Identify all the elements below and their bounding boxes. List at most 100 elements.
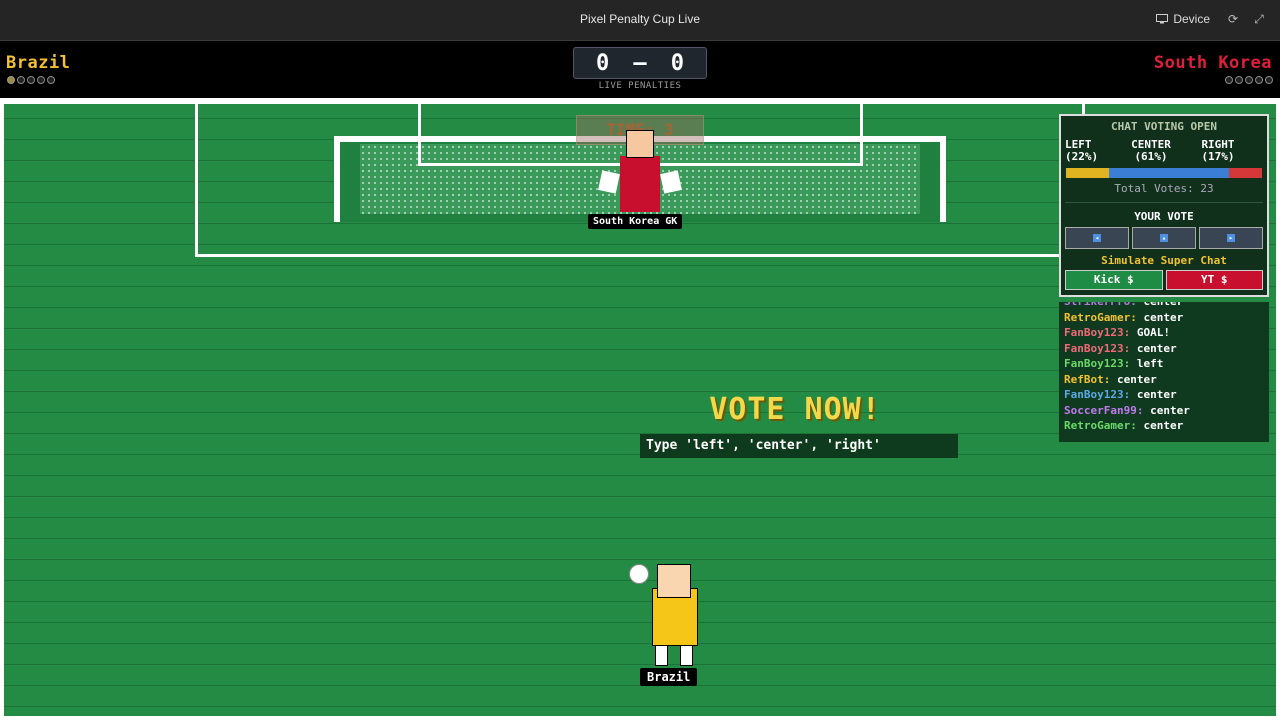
chat-text: center (1130, 341, 1177, 355)
left-arrow-icon: ◂ (1093, 234, 1101, 242)
chat-username: RetroGamer: (1064, 310, 1137, 324)
vote-bar-center (1109, 168, 1229, 178)
kicker (650, 564, 700, 670)
penalty-attempt-dot (47, 76, 55, 84)
chat-log[interactable]: StrikerPro: centerRetroGamer: centerFanB… (1059, 302, 1269, 442)
chat-message: FanBoy123: GOAL! (1064, 326, 1170, 339)
chat-text: GOAL! (1130, 326, 1170, 339)
chat-username: RefBot: (1064, 372, 1111, 386)
device-button[interactable]: Device (1156, 12, 1210, 26)
goalkeeper-label: South Korea GK (588, 214, 683, 229)
home-score: 0 (596, 50, 610, 76)
chat-text: center (1143, 403, 1190, 417)
vote-option-center-percent: (61%) (1134, 150, 1168, 163)
score-separator: — (633, 50, 647, 76)
kicker-left-leg (655, 644, 668, 666)
pitch-stripe (0, 643, 1280, 644)
pitch-stripe (0, 538, 1280, 539)
chat-username: SoccerFan99: (1064, 403, 1144, 417)
kick-super-chat-button[interactable]: Kick $ (1065, 270, 1163, 290)
penalty-attempt-dot (1235, 76, 1243, 84)
chat-message: FanBoy123: center (1064, 388, 1177, 401)
pitch-stripe (0, 601, 1280, 602)
pitch-bottom-line (0, 716, 1280, 720)
penalty-attempt-dot (1225, 76, 1233, 84)
refresh-icon[interactable]: ⟳ (1226, 12, 1240, 26)
penalty-attempt-dot (7, 76, 15, 84)
vote-distribution-bar (1066, 168, 1262, 178)
chat-text: center (1137, 302, 1183, 308)
penalty-attempt-dot (1255, 76, 1263, 84)
vote-option-center: CENTER (61%) (1119, 139, 1183, 163)
monitor-icon (1156, 14, 1169, 24)
pitch-stripe (0, 475, 1280, 476)
match-status: LIVE PENALTIES (598, 81, 682, 91)
vote-option-right-percent: (17%) (1201, 150, 1235, 163)
chat-username: FanBoy123: (1064, 388, 1131, 401)
chat-username: RetroGamer: (1064, 419, 1137, 432)
chat-username: FanBoy123: (1064, 326, 1131, 339)
window-titlebar: Pixel Penalty Cup Live Device ⟳ ⤢ (0, 0, 1280, 41)
kicker-label: Brazil (640, 668, 698, 686)
panel-divider (1065, 202, 1263, 203)
goalkeeper-right-glove (660, 170, 682, 194)
pitch-stripe (0, 664, 1280, 665)
vote-left-button[interactable]: ◂ (1065, 227, 1129, 249)
chat-text: center (1130, 388, 1177, 401)
fullscreen-icon[interactable]: ⤢ (1252, 12, 1266, 26)
goalkeeper-left-glove (598, 170, 620, 194)
chat-message: FanBoy123: center (1064, 342, 1177, 355)
penalty-attempt-dot (17, 76, 25, 84)
chat-username: FanBoy123: (1064, 357, 1131, 370)
vote-now-title: VOTE NOW! (709, 392, 881, 427)
chat-username: StrikerPro: (1064, 302, 1137, 308)
chat-message: SoccerFan99: center (1064, 404, 1190, 417)
chat-text: center (1136, 310, 1184, 324)
window-title: Pixel Penalty Cup Live (579, 12, 701, 26)
vote-option-left-percent: (22%) (1065, 150, 1099, 163)
away-score: 0 (670, 50, 684, 76)
pitch-right-line (1276, 98, 1280, 720)
away-team-name: South Korea (1153, 53, 1272, 73)
your-vote-label: YOUR VOTE (1134, 210, 1194, 223)
super-chat-label: Simulate Super Chat (1101, 254, 1227, 267)
chat-message: RefBot: center (1064, 373, 1157, 386)
score-display: 0 — 0 (573, 47, 707, 79)
pitch-stripe (0, 517, 1280, 518)
goalkeeper-head (626, 130, 654, 158)
vote-option-right: RIGHT (17%) (1189, 139, 1247, 163)
kicker-right-leg (680, 644, 693, 666)
penalty-attempt-dot (37, 76, 45, 84)
ball (629, 564, 649, 584)
chat-text: center (1110, 372, 1157, 386)
chat-message: RetroGamer: center (1064, 311, 1183, 324)
pitch-stripe (0, 496, 1280, 497)
chat-voting-panel: CHAT VOTING OPEN LEFT (22%) CENTER (61%)… (1059, 114, 1269, 297)
penalty-attempt-dot (1265, 76, 1273, 84)
penalty-attempt-dot (1245, 76, 1253, 84)
kicker-head (657, 564, 691, 598)
vote-bar-left (1066, 168, 1109, 178)
vote-buttons: ◂ ▴ ▸ (1065, 227, 1263, 249)
chat-text: center (1136, 419, 1184, 432)
super-chat-buttons: Kick $ YT $ (1065, 270, 1263, 290)
penalty-attempt-dot (27, 76, 35, 84)
chat-message: StrikerPro: center (1064, 302, 1183, 308)
pitch-stripe (0, 559, 1280, 560)
vote-instructions: Type 'left', 'center', 'right' (640, 434, 958, 458)
chat-text: left (1130, 357, 1164, 370)
away-penalty-attempts (1225, 76, 1273, 84)
home-team-name: Brazil (6, 53, 71, 73)
pitch-stripe (0, 706, 1280, 707)
goalkeeper (598, 130, 682, 222)
chat-message: RetroGamer: center (1064, 419, 1183, 432)
vote-center-button[interactable]: ▴ (1132, 227, 1196, 249)
yt-super-chat-button[interactable]: YT $ (1165, 270, 1263, 290)
vote-right-button[interactable]: ▸ (1199, 227, 1263, 249)
pitch-stripe (0, 622, 1280, 623)
voting-status: CHAT VOTING OPEN (1111, 120, 1217, 133)
scoreboard: Brazil 0 — 0 LIVE PENALTIES South Korea (0, 41, 1280, 98)
pitch-left-line (0, 98, 4, 720)
up-arrow-icon: ▴ (1160, 234, 1168, 242)
total-votes: Total Votes: 23 (1114, 182, 1214, 195)
